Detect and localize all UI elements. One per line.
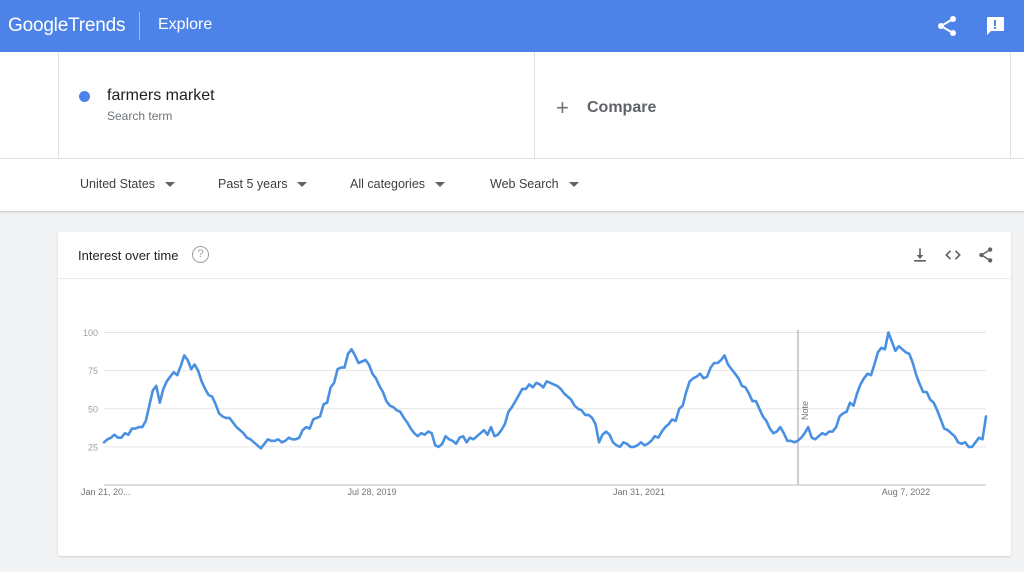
x-tick-label: Jul 28, 2019 — [347, 487, 396, 497]
x-tick-label: Aug 7, 2022 — [882, 487, 931, 497]
search-panel: farmers market Search term + Compare — [0, 52, 1024, 158]
google-trends-logo[interactable]: GoogleTrends — [8, 15, 126, 37]
filter-bar: United States Past 5 years All categorie… — [0, 158, 1024, 212]
filter-search-type-label: Web Search — [490, 177, 559, 191]
panel-divider — [1010, 52, 1011, 158]
share-icon[interactable] — [935, 14, 959, 38]
filter-category-label: All categories — [350, 177, 426, 191]
feedback-icon[interactable] — [983, 14, 1007, 38]
dropdown-arrow-icon — [297, 181, 308, 187]
dropdown-arrow-icon — [568, 181, 579, 187]
y-tick-label: 100 — [83, 328, 98, 338]
dropdown-arrow-icon — [435, 181, 446, 187]
search-term-type: Search term — [107, 109, 173, 123]
page-title: Explore — [158, 16, 213, 33]
filter-region[interactable]: United States — [80, 177, 176, 191]
logo-google-text: Google — [8, 15, 69, 36]
filter-search-type[interactable]: Web Search — [490, 177, 579, 191]
filter-time-label: Past 5 years — [218, 177, 288, 191]
y-tick-label: 75 — [88, 366, 98, 376]
header-divider — [139, 12, 140, 40]
plus-icon: + — [556, 95, 569, 120]
compare-label: Compare — [587, 99, 657, 116]
search-term-name[interactable]: farmers market — [107, 87, 215, 105]
term-color-dot — [79, 91, 90, 102]
logo-trends-text: Trends — [68, 15, 126, 36]
interest-line-chart: 25 50 75 100 Jan 21, 20... Jul 28, 2019 Jan 31… — [81, 328, 988, 497]
x-tick-label: Jan 21, 20... — [81, 487, 131, 497]
x-tick-label: Jan 31, 2021 — [613, 487, 665, 497]
filter-category[interactable]: All categories — [350, 177, 446, 191]
note-annotation: Note — [800, 401, 810, 420]
interest-over-time-card: Interest over time ? 25 50 75 100 Jan 21, 20… — [58, 232, 1011, 556]
dropdown-arrow-icon — [165, 181, 176, 187]
app-header: GoogleTrends Explore — [0, 0, 1024, 52]
y-tick-label: 25 — [88, 442, 98, 452]
series-line-farmers-market — [102, 331, 988, 450]
compare-button[interactable]: + Compare — [556, 96, 656, 120]
y-tick-label: 50 — [88, 404, 98, 414]
filter-time-range[interactable]: Past 5 years — [218, 177, 308, 191]
filter-region-label: United States — [80, 177, 156, 191]
search-term-box[interactable]: farmers market Search term — [58, 52, 535, 158]
